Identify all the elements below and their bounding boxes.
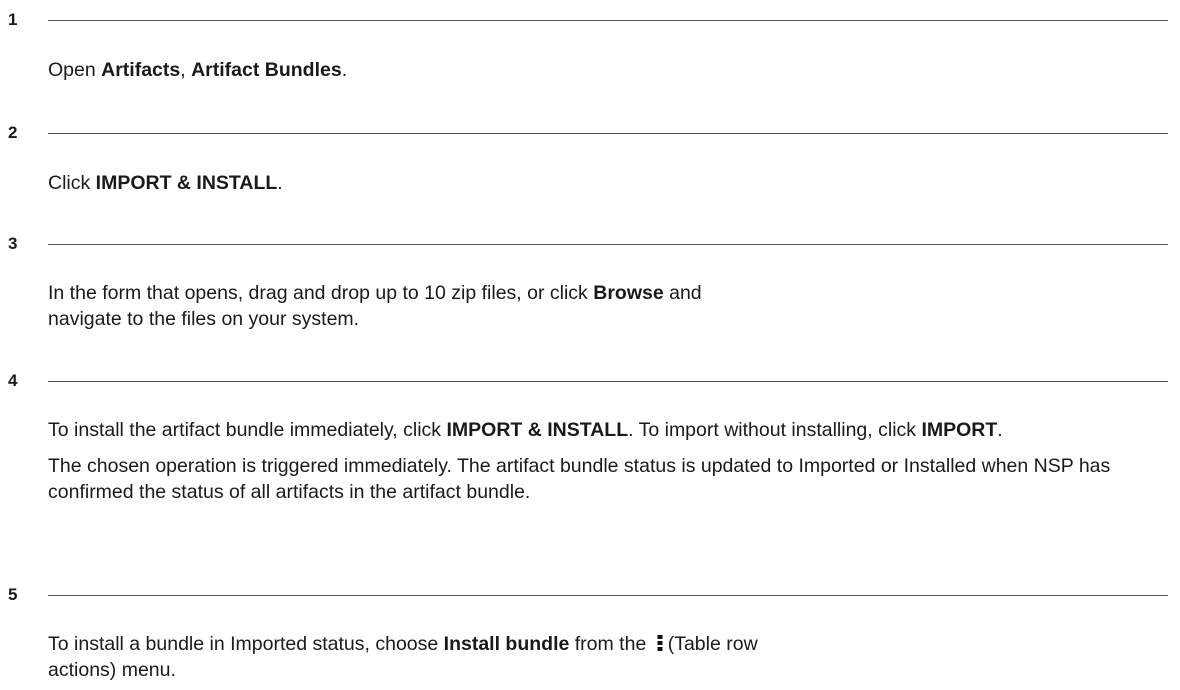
step-paragraph: Open Artifacts, Artifact Bundles. <box>48 57 1160 83</box>
ui-term-artifact-bundles: Artifact Bundles <box>191 59 342 81</box>
text-run: In the form that opens, drag and drop up… <box>48 282 594 304</box>
step-5: 5 To install a bundle in Imported status… <box>0 584 1180 683</box>
step-number: 1 <box>8 10 18 29</box>
step-number: 4 <box>8 371 18 390</box>
text-run: . To import without installing, click <box>628 419 922 441</box>
ui-term-import: IMPORT <box>921 419 998 441</box>
ui-term-install-bundle: Install bundle <box>443 633 570 655</box>
step-number: 5 <box>8 585 18 604</box>
step-2: 2 Click IMPORT & INSTALL. <box>0 122 1180 196</box>
step-divider <box>48 20 1168 21</box>
ui-term-import-install: IMPORT & INSTALL <box>446 419 629 441</box>
ui-term-artifacts: Artifacts <box>101 59 181 81</box>
kebab-menu-icon <box>656 633 664 651</box>
step-number: 3 <box>8 234 18 253</box>
text-run: To install the artifact bundle immediate… <box>48 419 447 441</box>
step-body: In the form that opens, drag and drop up… <box>48 280 728 332</box>
step-header: 4 <box>0 370 1180 392</box>
step-body: To install the artifact bundle immediate… <box>48 417 1160 505</box>
step-body: To install a bundle in Imported status, … <box>48 631 778 683</box>
text-run: . <box>997 419 1003 441</box>
step-paragraph: In the form that opens, drag and drop up… <box>48 280 728 332</box>
step-divider <box>48 381 1168 382</box>
step-body: Open Artifacts, Artifact Bundles. <box>48 57 1160 83</box>
step-paragraph: The chosen operation is triggered immedi… <box>48 455 1111 503</box>
step-paragraph: Click IMPORT & INSTALL. <box>48 170 1160 196</box>
step-header: 3 <box>0 233 1180 255</box>
step-header: 1 <box>0 9 1180 31</box>
step-3: 3 In the form that opens, drag and drop … <box>0 233 1180 332</box>
text-run: Click <box>48 172 96 194</box>
ui-term-import-install: IMPORT & INSTALL <box>95 172 278 194</box>
procedure-steps: 1 Open Artifacts, Artifact Bundles. 2 Cl… <box>0 0 1180 690</box>
step-header: 2 <box>0 122 1180 144</box>
step-paragraph: To install a bundle in Imported status, … <box>48 631 778 683</box>
step-number: 2 <box>8 123 18 142</box>
text-run: from the <box>569 633 652 655</box>
text-run: , <box>180 59 192 81</box>
text-run: To install a bundle in Imported status, … <box>48 633 444 655</box>
step-divider <box>48 133 1168 134</box>
step-4: 4 To install the artifact bundle immedia… <box>0 370 1180 505</box>
text-run: . <box>341 59 348 81</box>
text-run: Open <box>48 59 102 81</box>
step-divider <box>48 595 1168 596</box>
ui-term-browse: Browse <box>593 282 664 304</box>
step-paragraph: To install the artifact bundle immediate… <box>48 417 1160 443</box>
step-divider <box>48 244 1168 245</box>
step-1: 1 Open Artifacts, Artifact Bundles. <box>0 9 1180 83</box>
text-run: . <box>277 172 283 194</box>
step-header: 5 <box>0 584 1180 606</box>
step-body: Click IMPORT & INSTALL. <box>48 170 1160 196</box>
